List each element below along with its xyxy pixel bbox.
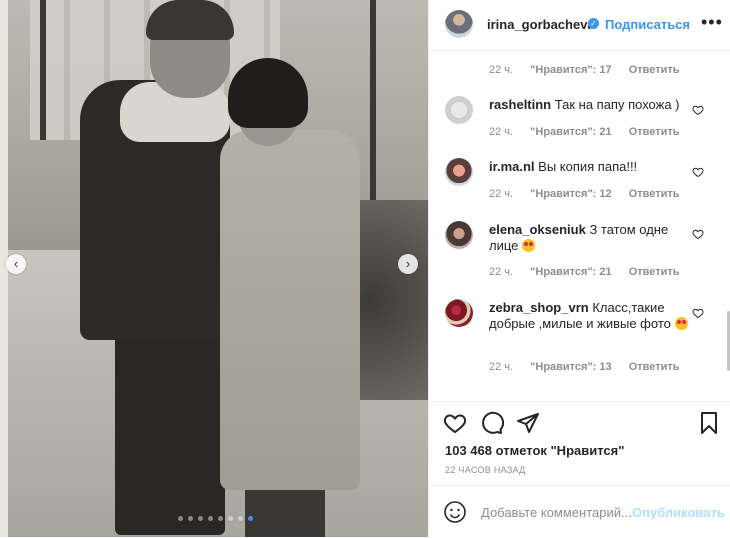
like-heart-icon[interactable] bbox=[443, 411, 467, 435]
comment-username[interactable]: ir.ma.nl bbox=[489, 159, 535, 174]
verified-badge-icon: ✓ bbox=[588, 18, 599, 29]
comment-likes[interactable]: "Нравится": 12 bbox=[530, 188, 611, 200]
comment-reply-button[interactable]: Ответить bbox=[629, 126, 680, 138]
comment-username[interactable]: elena_okseniuk bbox=[489, 222, 586, 237]
photo-tree-trunk bbox=[40, 0, 46, 140]
carousel-dot bbox=[208, 516, 213, 521]
comment-likes[interactable]: "Нравится": 13 bbox=[530, 361, 611, 373]
comment-text: rasheltinn Так на папу похожа ) bbox=[489, 97, 689, 113]
comment-reply-button[interactable]: Ответить bbox=[629, 64, 680, 76]
comment-body: Вы копия папа!!! bbox=[538, 159, 638, 174]
commenter-avatar[interactable] bbox=[445, 96, 473, 124]
heart-eyes-emoji-icon bbox=[522, 239, 536, 252]
post-sidebar: irina_gorbacheva ✓ Подписаться ••• 22 ч.… bbox=[428, 0, 730, 537]
comment-reply-button[interactable]: Ответить bbox=[629, 188, 680, 200]
man-figure-legs bbox=[115, 320, 225, 535]
post-timestamp[interactable]: 22 ЧАСОВ НАЗАД bbox=[445, 465, 526, 475]
author-username[interactable]: irina_gorbacheva bbox=[487, 17, 595, 32]
comment-username[interactable]: zebra_shop_vrn bbox=[489, 300, 589, 315]
commenter-avatar[interactable] bbox=[445, 299, 473, 327]
commenter-avatar[interactable] bbox=[445, 221, 473, 249]
comment-time: 22 ч. bbox=[489, 64, 514, 76]
comment-bubble-icon[interactable] bbox=[480, 411, 504, 435]
post-header: irina_gorbacheva ✓ Подписаться ••• bbox=[429, 0, 730, 51]
carousel-next-button[interactable]: › bbox=[398, 254, 418, 274]
comment-likes[interactable]: "Нравится": 17 bbox=[530, 64, 611, 76]
carousel-dot bbox=[188, 516, 193, 521]
carousel-dot bbox=[248, 516, 253, 521]
likes-count[interactable]: 103 468 отметок "Нравится" bbox=[445, 443, 624, 458]
woman-figure-coat bbox=[220, 130, 360, 490]
comment-likes[interactable]: "Нравится": 21 bbox=[530, 266, 611, 278]
man-figure-hair bbox=[146, 0, 234, 40]
carousel-dot bbox=[238, 516, 243, 521]
carousel-prev-button[interactable]: ‹ bbox=[6, 254, 26, 274]
comments-list: 22 ч. "Нравится": 17 Ответить rasheltinn… bbox=[429, 51, 730, 401]
comment-username[interactable]: rasheltinn bbox=[489, 97, 551, 112]
comment-reply-button[interactable]: Ответить bbox=[629, 266, 680, 278]
comment-text: ir.ma.nl Вы копия папа!!! bbox=[489, 159, 689, 175]
woman-figure-hair bbox=[228, 58, 308, 128]
comment-meta: 22 ч. "Нравится": 12 Ответить bbox=[489, 188, 694, 200]
post-actions: 103 468 отметок "Нравится" 22 ЧАСОВ НАЗА… bbox=[429, 401, 730, 482]
comment-time: 22 ч. bbox=[489, 361, 514, 373]
comment-meta: 22 ч. "Нравится": 13 Ответить bbox=[489, 361, 694, 373]
publish-button[interactable]: Опубликовать bbox=[632, 505, 725, 520]
carousel-indicator bbox=[178, 516, 253, 521]
comment-text: zebra_shop_vrn Класс,такие добрые ,милые… bbox=[489, 300, 689, 332]
comment-meta: 22 ч. "Нравится": 21 Ответить bbox=[489, 266, 694, 278]
comment-meta: 22 ч. "Нравится": 17 Ответить bbox=[489, 64, 694, 76]
more-options-icon[interactable]: ••• bbox=[701, 12, 723, 33]
comment-reply-button[interactable]: Ответить bbox=[629, 361, 680, 373]
save-bookmark-icon[interactable] bbox=[697, 411, 721, 435]
carousel-dot bbox=[178, 516, 183, 521]
photo-tree-trunk bbox=[370, 0, 376, 200]
carousel-dot bbox=[218, 516, 223, 521]
comment-like-heart-icon[interactable] bbox=[692, 166, 704, 178]
emoji-picker-icon[interactable] bbox=[443, 500, 467, 524]
heart-eyes-emoji-icon bbox=[674, 317, 688, 330]
commenter-avatar[interactable] bbox=[445, 158, 473, 186]
comment-composer: Опубликовать bbox=[429, 485, 730, 538]
comment-time: 22 ч. bbox=[489, 266, 514, 278]
author-avatar[interactable] bbox=[445, 10, 473, 38]
comment-like-heart-icon[interactable] bbox=[692, 104, 704, 116]
carousel-dot bbox=[198, 516, 203, 521]
comment-body: Так на папу похожа ) bbox=[554, 97, 680, 112]
comment-text: elena_okseniuk З татом одне лице bbox=[489, 222, 689, 254]
comment-likes[interactable]: "Нравится": 21 bbox=[530, 126, 611, 138]
follow-button[interactable]: Подписаться bbox=[605, 17, 690, 32]
comment-time: 22 ч. bbox=[489, 126, 514, 138]
comment-meta: 22 ч. "Нравится": 21 Ответить bbox=[489, 126, 694, 138]
comment-like-heart-icon[interactable] bbox=[692, 228, 704, 240]
share-paper-plane-icon[interactable] bbox=[516, 411, 540, 435]
comment-time: 22 ч. bbox=[489, 188, 514, 200]
post-photo[interactable]: ‹ › bbox=[0, 0, 428, 537]
comment-input[interactable] bbox=[479, 498, 633, 526]
comment-like-heart-icon[interactable] bbox=[692, 307, 704, 319]
carousel-dot bbox=[228, 516, 233, 521]
